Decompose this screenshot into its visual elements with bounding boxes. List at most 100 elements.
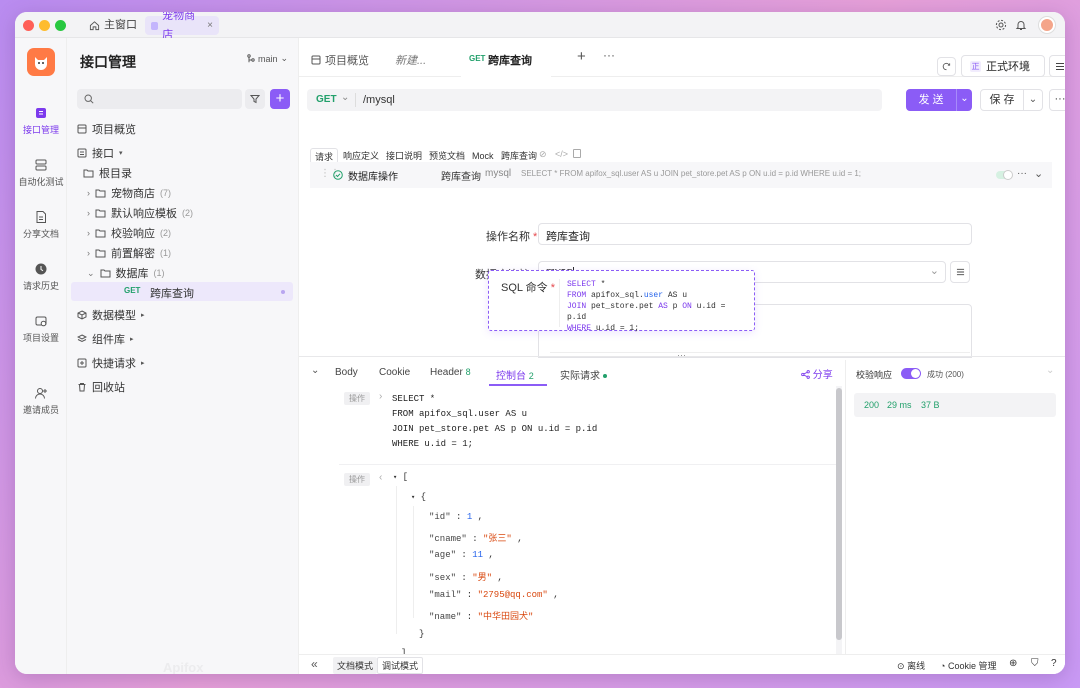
- tree-folder[interactable]: › 前置解密 (1): [87, 244, 171, 262]
- console-sql-line: FROM apifox_sql.user AS u: [392, 409, 528, 419]
- help-icon[interactable]: ?: [1051, 658, 1057, 669]
- env-selector[interactable]: 正 正式环境: [961, 55, 1045, 77]
- shirt-icon[interactable]: ⛉: [1031, 658, 1039, 669]
- search-input[interactable]: [77, 89, 242, 109]
- tab-new[interactable]: 新建...: [395, 52, 426, 68]
- status-dot: [281, 290, 285, 294]
- sql-code[interactable]: SELECT * FROM apifox_sql.user AS u JOIN …: [559, 279, 749, 333]
- tab-cookie[interactable]: Cookie: [379, 367, 410, 378]
- result-panel: 校验响应 成功 (200) ⌄ 200 29 ms 37 B: [845, 360, 1065, 654]
- tab-cross-db-query[interactable]: GET 跨库查询: [461, 43, 551, 77]
- filter-button[interactable]: [245, 89, 265, 109]
- debug-mode-button[interactable]: 调试模式: [377, 657, 424, 674]
- method-select[interactable]: GET: [316, 94, 337, 105]
- tree-folder[interactable]: › 默认响应模板 (2): [87, 204, 193, 222]
- console-scrollbar[interactable]: [836, 386, 842, 654]
- chevron-down-icon: ⌄: [87, 267, 95, 278]
- send-dropdown-button[interactable]: ⌄: [956, 89, 972, 111]
- tab-overview[interactable]: 项目概览: [311, 52, 369, 68]
- bell-icon[interactable]: [1015, 19, 1027, 31]
- menu-button[interactable]: [1049, 55, 1065, 77]
- url-input[interactable]: /mysql: [363, 94, 395, 106]
- sidebar-item-data-model[interactable]: 数据模型 ▸: [77, 306, 145, 324]
- more-icon[interactable]: ···: [1017, 168, 1027, 179]
- chevron-down-icon[interactable]: ⌄: [1046, 365, 1054, 376]
- doc-mode-button[interactable]: 文档模式: [333, 657, 378, 674]
- response-tabs: ⌄ Body Cookie Header 8 控制台 2 实际请求 分享: [299, 360, 839, 386]
- env-refresh-button[interactable]: [937, 57, 956, 76]
- rail-item-history[interactable]: 请求历史: [15, 262, 67, 292]
- validate-toggle[interactable]: [901, 368, 921, 379]
- add-button[interactable]: +: [270, 89, 290, 109]
- enable-toggle[interactable]: [996, 171, 1012, 179]
- tree-folder[interactable]: › 校验响应 (2): [87, 224, 171, 242]
- app-window: 主窗口 宠物商店 × 接口管理 自动化测试 分享文档 请求历史 项目设置 邀请成…: [15, 12, 1065, 674]
- project-window-tab[interactable]: 宠物商店 ×: [145, 12, 219, 41]
- rail-item-invite[interactable]: 邀请成员: [15, 386, 67, 416]
- tree-folder-open[interactable]: ⌄ 数据库 (1): [87, 264, 165, 282]
- tab-actual-request[interactable]: 实际请求: [560, 367, 607, 382]
- collapse-icon[interactable]: ⌄: [311, 365, 319, 376]
- close-icon[interactable]: ×: [207, 16, 213, 35]
- close-window-button[interactable]: [23, 20, 34, 31]
- rail-item-settings[interactable]: 项目设置: [15, 314, 67, 344]
- code-icon[interactable]: </>: [555, 149, 568, 159]
- save-button[interactable]: 保 存: [980, 89, 1024, 111]
- sidebar-item-api[interactable]: 接口 ▾: [77, 144, 123, 162]
- sidebar-title: 接口管理: [80, 54, 136, 70]
- sidebar-item-recycle[interactable]: 回收站: [77, 378, 125, 396]
- save-dropdown-button[interactable]: ⌄: [1023, 89, 1043, 111]
- more-tabs-button[interactable]: ···: [603, 48, 615, 62]
- rail-item-share[interactable]: 分享文档: [15, 210, 67, 240]
- op-name-input[interactable]: 跨库查询: [538, 223, 972, 245]
- offline-status[interactable]: ⊙ 离线: [897, 659, 925, 672]
- cookie-manager[interactable]: ◔ Cookie 管理: [940, 659, 996, 672]
- tab-console[interactable]: 控制台 2: [496, 367, 534, 382]
- chevron-right-icon[interactable]: ›: [379, 391, 382, 402]
- rail-item-automation[interactable]: 自动化测试: [15, 158, 67, 188]
- sql-line: SELECT *: [567, 279, 749, 290]
- db-operation-title: 数据库操作: [348, 172, 398, 183]
- sidebar-item-components[interactable]: 组件库 ▸: [77, 330, 134, 348]
- minimize-window-button[interactable]: [39, 20, 50, 31]
- tab-header[interactable]: Header 8: [430, 367, 471, 378]
- link-icon[interactable]: ⊘: [539, 149, 547, 160]
- home-window-tab[interactable]: 主窗口: [83, 16, 143, 35]
- branch-selector[interactable]: main ⌄: [247, 53, 288, 64]
- sidebar-item-quick-request[interactable]: 快捷请求 ▸: [77, 354, 145, 372]
- upload-icon[interactable]: ⊕: [1009, 658, 1017, 669]
- sql-command-highlight[interactable]: SQL 命令 * SELECT * FROM apifox_sql.user A…: [488, 270, 755, 333]
- json-value: 1: [466, 512, 473, 522]
- db-operation-header[interactable]: ⋮⋮ 数据库操作 跨库查询 mysql SELECT * FROM apifox…: [310, 162, 1052, 188]
- tab-body[interactable]: Body: [335, 367, 358, 378]
- cube-icon: [77, 310, 87, 320]
- rail-item-api[interactable]: 接口管理: [15, 106, 67, 136]
- tree-endpoint-active[interactable]: GET 跨库查询: [71, 282, 293, 301]
- tree-label: 根目录: [99, 168, 132, 180]
- layout-icon[interactable]: [573, 149, 581, 158]
- check-circle-icon[interactable]: [333, 170, 343, 180]
- collapse-sidebar-icon[interactable]: «: [311, 657, 318, 671]
- sidebar-item-overview[interactable]: 项目概览: [77, 120, 136, 138]
- new-tab-button[interactable]: +: [577, 48, 586, 65]
- avatar[interactable]: [1039, 17, 1055, 33]
- tree-folder[interactable]: › 宠物商店 (7): [87, 184, 171, 202]
- json-value: "2795@qq.com": [477, 590, 548, 600]
- more-actions-button[interactable]: ···: [1049, 89, 1065, 111]
- panel-splitter[interactable]: ···: [299, 350, 1065, 360]
- json-array-open[interactable]: ▾ [: [393, 472, 408, 482]
- tree-root[interactable]: 根目录: [83, 164, 132, 182]
- request-url-bar[interactable]: GET ⌄ /mysql: [307, 89, 882, 111]
- send-button[interactable]: 发 送: [906, 89, 956, 111]
- json-object-open[interactable]: ▾ {: [411, 492, 426, 502]
- sql-keyword: FROM: [567, 291, 587, 300]
- branch-label: main: [258, 53, 278, 64]
- db-conn-settings-button[interactable]: [950, 261, 970, 283]
- chevron-down-icon[interactable]: ⌄: [1034, 167, 1043, 180]
- tab-label: 跨库查询: [488, 55, 532, 67]
- share-button[interactable]: 分享: [801, 366, 833, 381]
- settings-gear-icon[interactable]: [995, 19, 1007, 31]
- maximize-window-button[interactable]: [55, 20, 66, 31]
- chevron-left-icon[interactable]: ‹: [379, 472, 382, 483]
- json-row: "mail" : "2795@qq.com" ,: [429, 590, 559, 600]
